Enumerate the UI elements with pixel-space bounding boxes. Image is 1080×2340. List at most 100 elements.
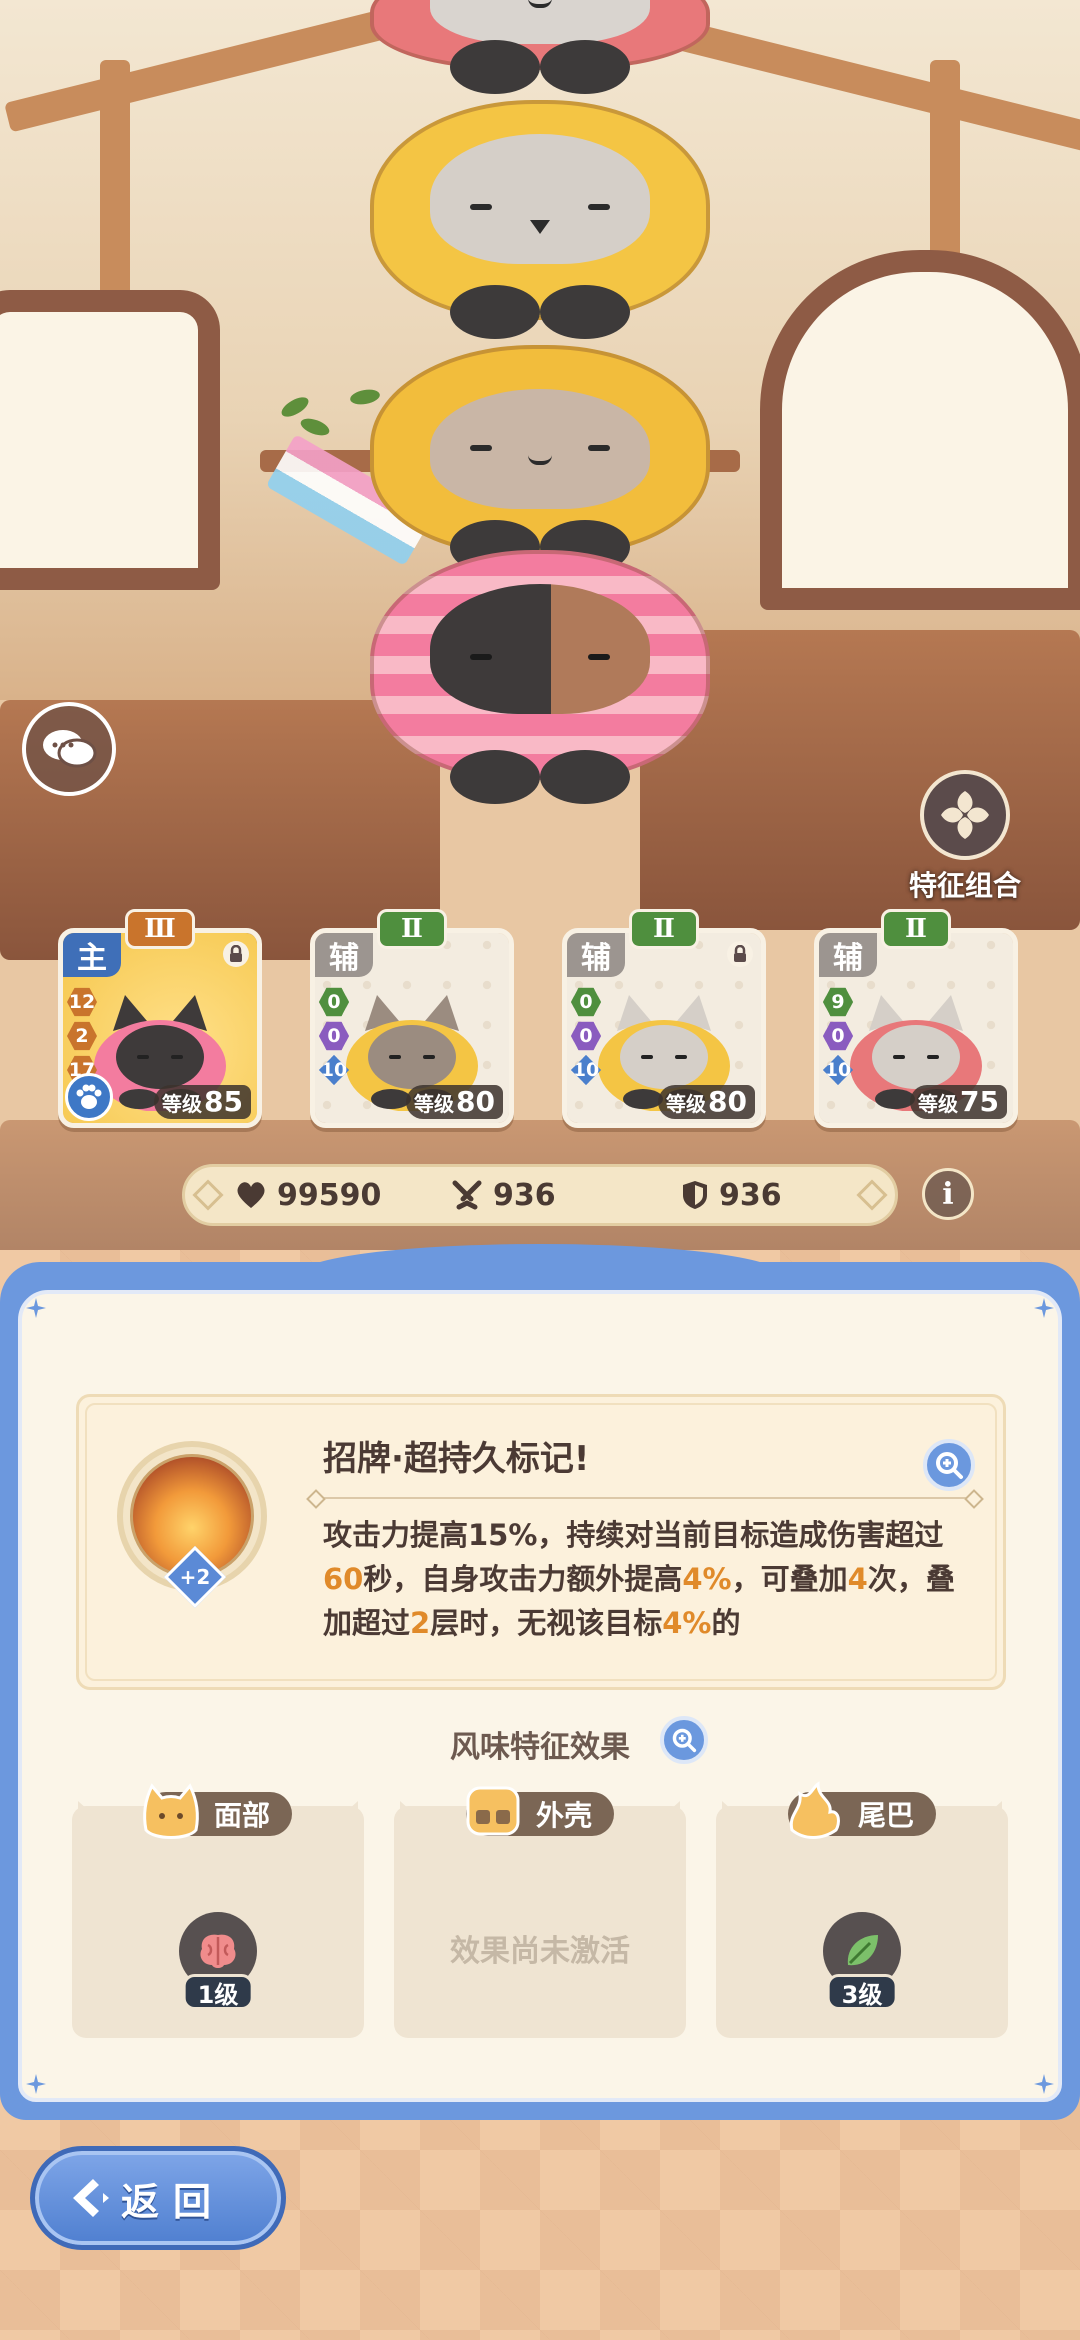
card-stat-value: 9 [823,987,853,1017]
level-number: 80 [708,1085,747,1118]
skill-divider [315,1497,975,1499]
card-level: 等级 85 [154,1085,251,1119]
lock-icon [727,941,753,967]
card-rank-badge: Ⅱ [881,909,951,949]
trait-combo-button[interactable]: 特征组合 [880,770,1050,904]
team-card[interactable]: 辅 Ⅱ 9 0 10 等级 75 [814,909,1018,1128]
card-stats: 0 0 10 [571,987,601,1085]
trait-tail-label: 尾巴 [857,1799,915,1832]
back-button[interactable]: 返回 [30,2146,286,2250]
card-stat-value: 10 [319,1055,349,1085]
magnifier-plus-icon [936,1452,963,1479]
trait-shell[interactable]: 外壳 效果尚未激活 [394,1786,686,2038]
skill-card: +2 招牌·超持久标记! 攻击力提高15%，持续对当前目标造成伤害超过 60秒，自… [76,1394,1006,1690]
brain-icon [200,1934,236,1968]
skill-text-segment: 秒，自身攻击力额外提高 [363,1562,683,1596]
cat-tower[interactable] [360,0,720,820]
chat-bubbles-icon [43,730,97,768]
trait-face[interactable]: 面部 1级 [72,1783,364,2038]
level-label: 等级 [162,1092,203,1116]
magnifier-plus-icon [672,1728,697,1753]
card-level: 等级 80 [658,1085,755,1119]
card-rank-badge: Ⅱ [377,909,447,949]
shell-icon [466,1786,520,1836]
skill-plus-label: +2 [179,1565,211,1589]
trait-tail[interactable]: 尾巴 3级 [716,1781,1008,2038]
card-rank-badge: Ⅲ [125,909,195,949]
card-stats: 9 0 10 [823,987,853,1085]
flavor-trait-title: 风味特征效果 [0,1722,1080,1766]
card-stats: 0 0 10 [319,987,349,1085]
paw-icon [65,1073,113,1121]
skill-highlight-value: 2 [410,1606,431,1640]
card-stat-value: 0 [571,1021,601,1051]
cat-paws [450,40,630,96]
cat-paws [450,750,630,806]
window-left [0,290,220,590]
skill-highlight-value: 4% [682,1562,732,1596]
flame-tail-icon [789,1781,840,1839]
level-label: 等级 [666,1092,707,1116]
skill-title: 招牌·超持久标记! [323,1439,590,1479]
team-card[interactable]: 辅 Ⅱ 0 0 10 等级 80 [562,909,766,1128]
card-stat-value: 12 [67,987,97,1017]
hp-stat: 99590 [235,1167,381,1223]
heart-icon [237,1182,265,1208]
card-role-badge: 辅 [567,933,625,977]
cat-face-icon [143,1783,199,1839]
card-rank-badge: Ⅱ [629,909,699,949]
info-button[interactable]: i [922,1168,974,1220]
shield-icon [683,1181,707,1209]
level-number: 75 [960,1085,999,1118]
crossed-swords-icon [452,1180,482,1210]
team-card[interactable]: 主 Ⅲ 12 2 17 等级 85 [58,909,262,1128]
skill-text-segment: 层时，无视该目标 [430,1606,663,1640]
back-arrow-icon [73,2179,109,2217]
trait-tail-level: 3级 [826,1974,898,2010]
defense-stat: 936 [681,1167,782,1223]
trait-tail-tag: 尾巴 [787,1781,937,1839]
team-cards: 主 Ⅲ 12 2 17 等级 85 辅 Ⅱ 0 0 10 等级 80 辅 Ⅱ 0 0 10 等级 80 辅 Ⅱ 9 0 10 等级 7… [58,906,1028,1130]
card-stat-value: 0 [319,1021,349,1051]
card-level: 等级 75 [910,1085,1007,1119]
trait-face-level: 1级 [182,1974,254,2010]
skill-zoom-button[interactable] [923,1439,975,1491]
card-stat-value: 10 [823,1055,853,1085]
skill-highlight-value: 4% [662,1606,712,1640]
card-role-badge: 辅 [315,933,373,977]
skill-description: 攻击力提高15%，持续对当前目标造成伤害超过60秒，自身攻击力额外提高4%，可叠… [323,1513,983,1645]
lock-icon [223,941,249,967]
card-stat-value: 0 [571,987,601,1017]
skill-highlight-value: 4 [847,1562,868,1596]
trait-shell-empty: 效果尚未激活 [450,1934,630,1969]
card-stat-value: 0 [319,987,349,1017]
trait-shell-label: 外壳 [535,1799,593,1832]
level-number: 85 [204,1085,243,1118]
trait-face-label: 面部 [213,1799,271,1832]
card-role-badge: 主 [63,933,121,977]
card-stat-value: 10 [571,1055,601,1085]
skill-text-segment: 攻击力提高15%，持续对当前目标造成伤害超过 [323,1518,944,1552]
level-label: 等级 [918,1092,959,1116]
trait-shell-tag: 外壳 [465,1786,615,1836]
card-stat-value: 2 [67,1021,97,1051]
hp-value: 99590 [277,1177,382,1213]
flavor-title-text: 风味特征效果 [450,1730,630,1765]
team-card[interactable]: 辅 Ⅱ 0 0 10 等级 80 [310,909,514,1128]
leaf-icon [847,1935,878,1966]
card-stat-value: 0 [823,1021,853,1051]
chat-button[interactable] [22,702,116,796]
attack-value: 936 [493,1177,556,1213]
cat-blob-pink-striped [370,550,710,780]
window-right [760,250,1080,610]
defense-value: 936 [719,1177,782,1213]
skill-text-segment: 的 [711,1606,741,1640]
trait-combo-label: 特征组合 [908,869,1021,902]
flavor-zoom-button[interactable] [660,1716,708,1764]
trait-face-tag: 面部 [143,1783,293,1839]
cat-paws [450,285,630,341]
stats-bar: 99590 936 936 [182,1164,898,1226]
level-number: 80 [456,1085,495,1118]
card-level: 等级 80 [406,1085,503,1119]
level-label: 等级 [414,1092,455,1116]
